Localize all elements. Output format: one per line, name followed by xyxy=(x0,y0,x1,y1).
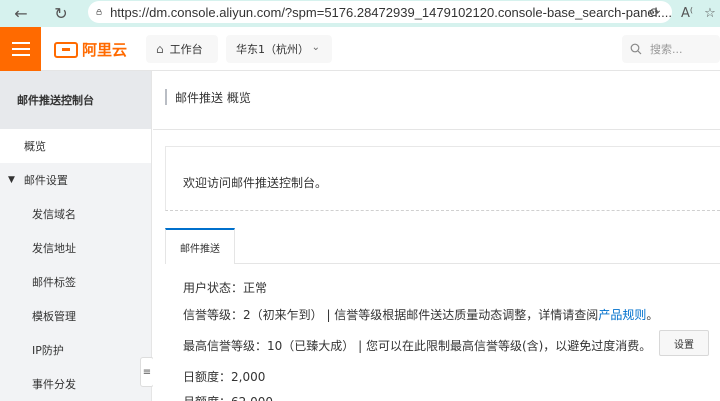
product-rules-link[interactable]: 产品规则 xyxy=(598,308,646,322)
workspace-label: 工作台 xyxy=(169,43,203,56)
tab-strip: 邮件推送 xyxy=(165,228,720,264)
read-aloud-icon[interactable]: A⁽ xyxy=(677,3,697,23)
aliyun-logo-icon xyxy=(54,41,78,58)
lock-icon xyxy=(96,9,102,15)
search-placeholder: 搜索... xyxy=(650,43,683,56)
credit-level-line: 信誉等级：2（初来乍到） | 信誉等级根据邮件送达质量动态调整，详情请查阅产品规… xyxy=(183,306,658,323)
max-credit-level: 最高信誉等级：10（已臻大成） | 您可以在此限制最高信誉等级(含)，以避免过度… xyxy=(183,339,652,353)
sidebar-title: 邮件推送控制台 xyxy=(0,71,151,129)
menu-icon-bar xyxy=(11,54,30,56)
aliyun-logo[interactable]: 阿里云 xyxy=(54,39,127,60)
extension-icon[interactable]: ⟳ xyxy=(645,3,665,23)
settings-button[interactable]: 设置 xyxy=(659,330,709,356)
sidebar-item-sending-domain[interactable]: 发信域名 xyxy=(0,197,151,231)
caret-down-icon: ▼ xyxy=(8,175,15,185)
welcome-card: 欢迎访问邮件推送控制台。 xyxy=(165,146,720,211)
back-icon[interactable]: ← xyxy=(8,2,34,24)
sidebar: 邮件推送控制台 概览 ▼ 邮件设置 发信域名 发信地址 邮件标签 模板管理 IP… xyxy=(0,71,154,401)
menu-icon-bar xyxy=(11,42,30,44)
region-label: 华东1（杭州） xyxy=(236,43,309,56)
search-icon xyxy=(630,43,642,55)
address-bar[interactable]: https://dm.console.aliyun.com/?spm=5176.… xyxy=(88,1,672,23)
tab-mail-push[interactable]: 邮件推送 xyxy=(165,228,235,264)
main-content: 邮件推送 概览 欢迎访问邮件推送控制台。 邮件推送 用户状态：正常 信誉等级：2… xyxy=(153,71,720,401)
chevron-down-icon: ⌄ xyxy=(311,42,320,53)
sidebar-item-sending-address[interactable]: 发信地址 xyxy=(0,231,151,265)
url-text: https://dm.console.aliyun.com/?spm=5176.… xyxy=(110,4,672,20)
sidebar-item-event-dispatch[interactable]: 事件分发 xyxy=(0,367,151,401)
sidebar-group-mail-settings[interactable]: ▼ 邮件设置 xyxy=(0,163,151,197)
favorite-icon[interactable]: ☆ xyxy=(700,3,720,23)
menu-button[interactable] xyxy=(0,27,41,71)
logo-text: 阿里云 xyxy=(82,41,128,59)
sidebar-group-label: 邮件设置 xyxy=(23,174,68,187)
credit-level-text: 信誉等级：2（初来乍到） | 信誉等级根据邮件送达质量动态调整，详情请查阅 xyxy=(183,308,599,322)
daily-quota: 日额度：2,000 xyxy=(183,370,266,384)
sidebar-item-overview[interactable]: 概览 xyxy=(0,129,151,163)
browser-toolbar: ← ↻ https://dm.console.aliyun.com/?spm=5… xyxy=(0,0,720,27)
menu-icon-bar xyxy=(11,48,30,50)
reload-icon[interactable]: ↻ xyxy=(48,2,74,24)
sidebar-collapse-handle[interactable]: ≡ xyxy=(140,357,154,387)
sidebar-item-ip-protection[interactable]: IP防护 xyxy=(0,333,151,367)
sidebar-item-templates[interactable]: 模板管理 xyxy=(0,299,151,333)
divider xyxy=(153,129,720,130)
credit-level-end: 。 xyxy=(646,308,659,322)
sidebar-item-mail-tags[interactable]: 邮件标签 xyxy=(0,265,151,299)
console-header: 阿里云 ⌂ 工作台 华东1（杭州） ⌄ 搜索... xyxy=(0,27,720,71)
home-icon: ⌂ xyxy=(156,42,164,56)
search-input[interactable]: 搜索... xyxy=(622,35,720,63)
monthly-quota: 月额度：62,000 xyxy=(183,393,273,401)
welcome-text: 欢迎访问邮件推送控制台。 xyxy=(183,176,328,190)
page-title: 邮件推送 概览 xyxy=(165,89,251,105)
region-selector[interactable]: 华东1（杭州） ⌄ xyxy=(226,35,332,63)
user-status: 用户状态：正常 xyxy=(183,281,268,295)
workspace-button[interactable]: ⌂ 工作台 xyxy=(146,35,218,63)
